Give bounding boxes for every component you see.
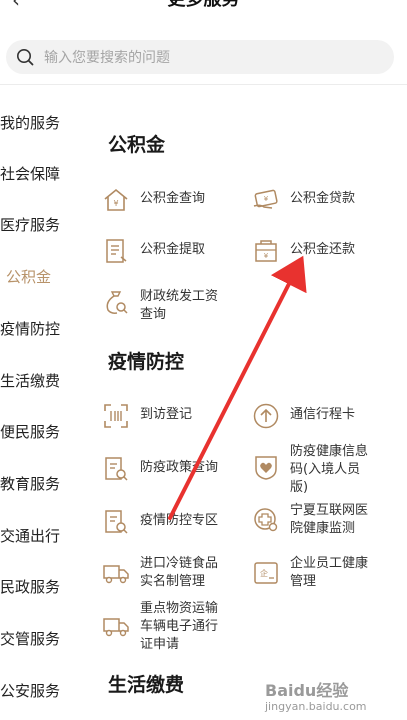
service-label: 防疫政策查询 — [140, 460, 219, 475]
search-input[interactable] — [42, 45, 386, 71]
document-search-icon — [105, 457, 128, 481]
service-label: 疫情防控专区 — [140, 513, 219, 528]
service-label: 公积金查询 — [140, 191, 206, 206]
page-title: 更多服务 — [168, 0, 240, 10]
document-search-icon — [105, 510, 128, 534]
card-hand-icon: ¥ — [253, 189, 278, 209]
sidebar-item-traffic-police[interactable]: 交管服务 — [0, 624, 80, 654]
sidebar-item-epidemic[interactable]: 疫情防控 — [0, 314, 80, 344]
id-card-icon: 企 — [254, 562, 278, 584]
sidebar-item-utilities[interactable]: 生活缴费 — [0, 366, 80, 396]
watermark-brand: Baidu经验 — [265, 681, 349, 700]
svg-text:¥: ¥ — [264, 195, 269, 203]
sidebar-item-convenience[interactable]: 便民服务 — [0, 417, 80, 447]
document-icon — [106, 239, 127, 263]
svg-text:¥: ¥ — [264, 252, 269, 260]
search-icon — [17, 49, 34, 66]
service-label: 重点物资运输车辆电子通行证申请 — [140, 601, 219, 652]
sidebar-item-medical[interactable]: 医疗服务 — [0, 210, 80, 240]
money-bag-search-icon — [106, 291, 128, 314]
safe-yuan-icon: ¥ — [255, 240, 277, 262]
service-label: 公积金贷款 — [290, 191, 356, 206]
health-heart-icon — [255, 456, 277, 480]
svg-text:¥: ¥ — [113, 199, 118, 208]
sidebar-item-civil-affairs[interactable]: 民政服务 — [0, 572, 80, 602]
sidebar-item-housing-fund[interactable]: 公积金 — [6, 262, 86, 292]
sidebar-item-transport[interactable]: 交通出行 — [0, 521, 80, 551]
service-label: 公积金提取 — [140, 242, 206, 257]
truck-icon — [103, 618, 129, 637]
divider — [0, 84, 407, 85]
baidu-watermark-logo: Baidu经验 jingyan.baidu.com — [264, 681, 367, 713]
service-label: 企业员工健康管理 — [290, 556, 369, 589]
back-icon[interactable]: ‹ — [12, 0, 20, 12]
service-label: 到访登记 — [140, 407, 193, 422]
sidebar-item-social-security[interactable]: 社会保障 — [0, 159, 80, 189]
watermark-domain: jingyan.baidu.com — [264, 700, 367, 713]
service-label: 通信行程卡 — [290, 407, 356, 422]
service-label: 宁夏互联网医院健康监测 — [290, 503, 369, 536]
search-bar[interactable] — [6, 40, 394, 74]
service-label: 财政统发工资查询 — [140, 289, 219, 322]
up-arrow-circle-icon — [253, 403, 279, 429]
truck-icon — [103, 565, 129, 584]
sidebar-item-my-services[interactable]: 我的服务 — [0, 108, 80, 138]
svg-text:企: 企 — [260, 568, 268, 578]
hospital-icon — [254, 508, 278, 532]
sidebar-item-education[interactable]: 教育服务 — [0, 469, 80, 499]
scan-icon — [104, 404, 128, 428]
section-title-utilities: 生活缴费 — [108, 674, 185, 696]
house-yuan-icon: ¥ — [104, 188, 128, 211]
section-title-epidemic: 疫情防控 — [108, 351, 185, 373]
service-label: 进口冷链食品实名制管理 — [140, 556, 219, 589]
service-label: 防疫健康信息码(入境人员版) — [290, 444, 369, 495]
sidebar-item-public-security[interactable]: 公安服务 — [0, 676, 80, 706]
header: ‹ 更多服务 — [0, 0, 407, 18]
section-title-housing-fund: 公积金 — [108, 134, 166, 156]
service-label: 公积金还款 — [290, 242, 356, 257]
